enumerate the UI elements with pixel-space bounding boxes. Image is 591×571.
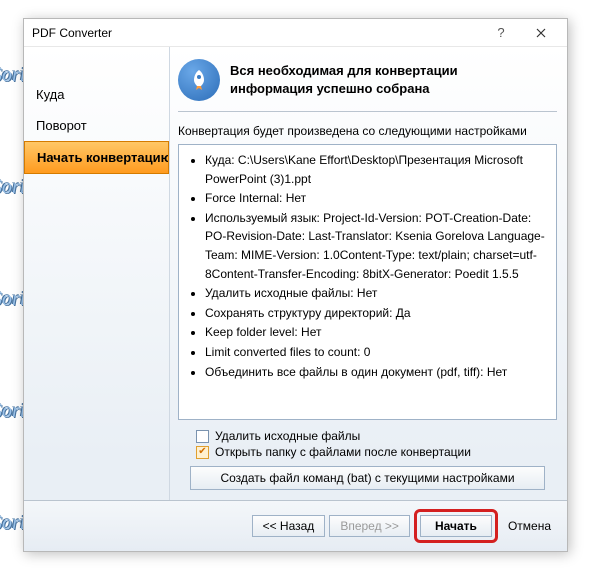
- wizard-footer: << Назад Вперед >> Начать Отмена: [24, 500, 567, 551]
- forward-button: Вперед >>: [329, 515, 410, 537]
- option-open-folder[interactable]: ✔ Открыть папку с файлами после конверта…: [196, 444, 557, 460]
- sidebar-item-rotation[interactable]: Поворот: [24, 110, 169, 141]
- list-item: Сохранять структуру директорий: Да: [205, 304, 552, 323]
- titlebar: PDF Converter ?: [24, 19, 567, 47]
- settings-listbox[interactable]: Куда: C:\Users\Kane Effort\Desktop\Презе…: [178, 144, 557, 420]
- checkbox-checked-icon: ✔: [196, 446, 209, 459]
- help-button[interactable]: ?: [481, 22, 521, 44]
- create-bat-button[interactable]: Создать файл команд (bat) с текущими нас…: [190, 466, 545, 490]
- option-delete-source[interactable]: Удалить исходные файлы: [196, 428, 557, 444]
- option-label: Удалить исходные файлы: [215, 429, 360, 443]
- highlight-annotation: Начать: [414, 509, 498, 543]
- close-button[interactable]: [521, 22, 561, 44]
- summary-label: Конвертация будет произведена со следующ…: [178, 124, 557, 138]
- cancel-button[interactable]: Отмена: [502, 516, 557, 536]
- wizard-sidebar: Куда Поворот Начать конвертацию: [24, 47, 169, 500]
- list-item: Force Internal: Нет: [205, 189, 552, 208]
- close-icon: [536, 28, 546, 38]
- option-label: Открыть папку с файлами после конвертаци…: [215, 445, 471, 459]
- dialog-body: Куда Поворот Начать конвертацию Вся необ…: [24, 47, 567, 500]
- checkbox-icon: [196, 430, 209, 443]
- sidebar-item-start[interactable]: Начать конвертацию: [24, 141, 169, 174]
- header-row: Вся необходимая для конвертации информац…: [178, 59, 557, 112]
- options-group: Удалить исходные файлы ✔ Открыть папку с…: [178, 428, 557, 460]
- main-panel: Вся необходимая для конвертации информац…: [169, 47, 567, 500]
- list-item: Удалить исходные файлы: Нет: [205, 284, 552, 303]
- back-button[interactable]: << Назад: [252, 515, 326, 537]
- list-item: Используемый язык: Project-Id-Version: P…: [205, 209, 552, 283]
- dialog-window: PDF Converter ? Куда Поворот Начать конв…: [23, 18, 568, 552]
- window-title: PDF Converter: [30, 26, 481, 40]
- list-item: Limit converted files to count: 0: [205, 343, 552, 362]
- list-item: Объединить все файлы в один документ (pd…: [205, 363, 552, 382]
- settings-list: Куда: C:\Users\Kane Effort\Desktop\Презе…: [183, 151, 552, 381]
- rocket-icon: [178, 59, 220, 101]
- sidebar-item-destination[interactable]: Куда: [24, 79, 169, 110]
- header-text: Вся необходимая для конвертации информац…: [230, 62, 458, 97]
- list-item: Куда: C:\Users\Kane Effort\Desktop\Презе…: [205, 151, 552, 188]
- start-button[interactable]: Начать: [420, 515, 492, 537]
- list-item: Keep folder level: Нет: [205, 323, 552, 342]
